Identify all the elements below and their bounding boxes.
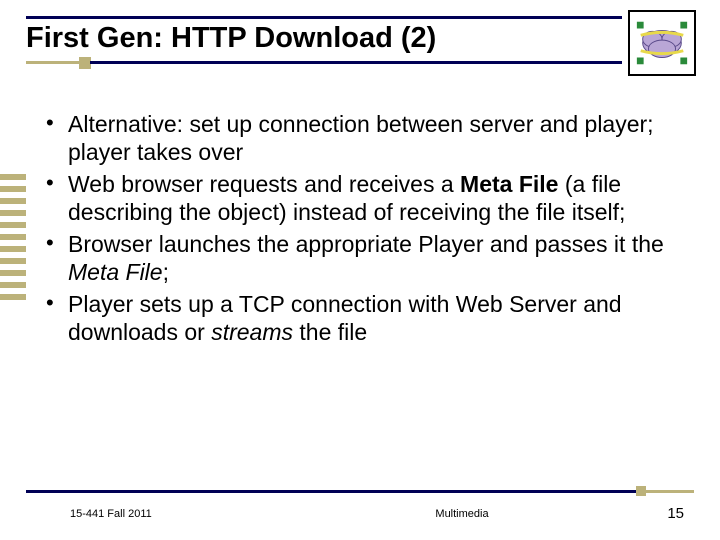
list-item: Browser launches the appropriate Player … xyxy=(40,230,680,286)
decorative-stripes xyxy=(0,174,26,306)
footer-rule xyxy=(26,486,694,496)
list-item: Player sets up a TCP connection with Web… xyxy=(40,290,680,346)
cloud-network-icon xyxy=(628,10,696,76)
list-item: Alternative: set up connection between s… xyxy=(40,110,680,166)
slide: First Gen: HTTP Download (2) xyxy=(0,0,720,540)
footer-course: 15-441 Fall 2011 xyxy=(70,508,280,520)
list-item: Web browser requests and receives a Meta… xyxy=(40,170,680,226)
title-underline xyxy=(26,61,622,64)
footer: 15-441 Fall 2011 Multimedia 15 xyxy=(0,505,720,522)
slide-title: First Gen: HTTP Download (2) xyxy=(26,22,622,61)
footer-topic: Multimedia xyxy=(280,508,644,520)
slide-number: 15 xyxy=(644,505,684,522)
content-area: Alternative: set up connection between s… xyxy=(40,110,680,350)
bullet-list: Alternative: set up connection between s… xyxy=(40,110,680,346)
title-top-rule xyxy=(26,16,622,19)
title-area: First Gen: HTTP Download (2) xyxy=(26,16,622,64)
